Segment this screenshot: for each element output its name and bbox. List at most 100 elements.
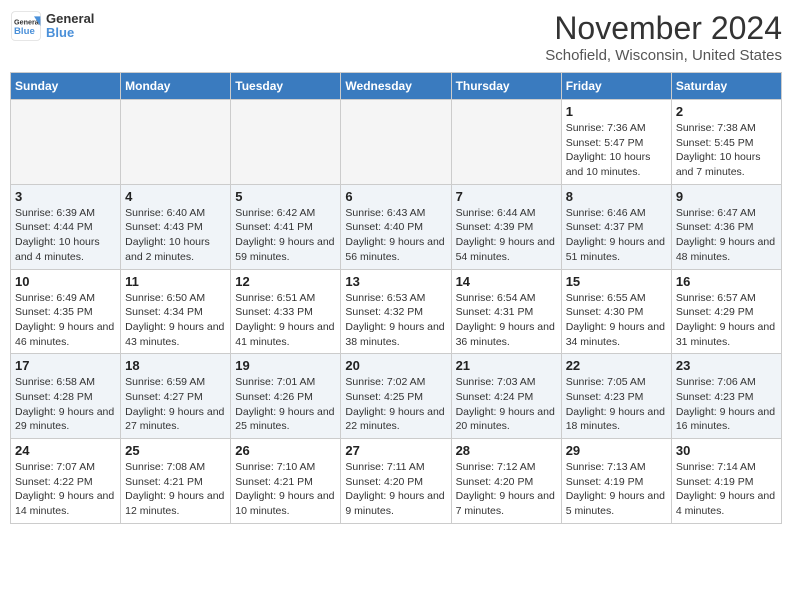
day-number: 25 bbox=[125, 443, 226, 458]
day-number: 20 bbox=[345, 358, 446, 373]
day-number: 17 bbox=[15, 358, 116, 373]
day-header-saturday: Saturday bbox=[671, 73, 781, 100]
day-info: Sunrise: 7:13 AMSunset: 4:19 PMDaylight:… bbox=[566, 460, 667, 519]
day-cell-15: 15Sunrise: 6:55 AMSunset: 4:30 PMDayligh… bbox=[561, 269, 671, 354]
day-number: 6 bbox=[345, 189, 446, 204]
day-info: Sunrise: 7:01 AMSunset: 4:26 PMDaylight:… bbox=[235, 375, 336, 434]
empty-cell bbox=[231, 100, 341, 185]
day-cell-21: 21 Sunrise: 7:03 AMSunset: 4:24 PMDayligh… bbox=[451, 354, 561, 439]
day-info: Sunrise: 6:39 AMSunset: 4:44 PMDaylight:… bbox=[15, 206, 116, 265]
title-area: November 2024 Schofield, Wisconsin, Unit… bbox=[545, 10, 782, 64]
svg-text:Blue: Blue bbox=[14, 26, 35, 37]
day-info: Sunrise: 6:57 AMSunset: 4:29 PMDaylight:… bbox=[676, 291, 777, 350]
day-number: 30 bbox=[676, 443, 777, 458]
day-cell-1: 1Sunrise: 7:36 AMSunset: 5:47 PMDaylight… bbox=[561, 100, 671, 185]
day-info: Sunrise: 7:05 AMSunset: 4:23 PMDaylight:… bbox=[566, 375, 667, 434]
day-cell-27: 27 Sunrise: 7:11 AMSunset: 4:20 PMDayligh… bbox=[341, 439, 451, 524]
day-number: 11 bbox=[125, 274, 226, 289]
day-number: 8 bbox=[566, 189, 667, 204]
day-info: Sunrise: 7:02 AMSunset: 4:25 PMDaylight:… bbox=[345, 375, 446, 434]
day-number: 4 bbox=[125, 189, 226, 204]
day-number: 2 bbox=[676, 104, 777, 119]
day-number: 21 bbox=[456, 358, 557, 373]
day-info: Sunrise: 7:38 AMSunset: 5:45 PMDaylight:… bbox=[676, 121, 777, 180]
calendar-week-2: 3 Sunrise: 6:39 AMSunset: 4:44 PMDaylight… bbox=[11, 184, 782, 269]
day-info: Sunrise: 6:59 AMSunset: 4:27 PMDaylight:… bbox=[125, 375, 226, 434]
day-header-friday: Friday bbox=[561, 73, 671, 100]
day-info: Sunrise: 6:40 AMSunset: 4:43 PMDaylight:… bbox=[125, 206, 226, 265]
logo: General Blue General Blue bbox=[10, 10, 94, 42]
day-cell-16: 16 Sunrise: 6:57 AMSunset: 4:29 PMDayligh… bbox=[671, 269, 781, 354]
day-number: 10 bbox=[15, 274, 116, 289]
day-number: 13 bbox=[345, 274, 446, 289]
logo-blue: Blue bbox=[46, 26, 94, 40]
day-info: Sunrise: 7:11 AMSunset: 4:20 PMDaylight:… bbox=[345, 460, 446, 519]
day-number: 14 bbox=[456, 274, 557, 289]
calendar-week-4: 17 Sunrise: 6:58 AMSunset: 4:28 PMDayligh… bbox=[11, 354, 782, 439]
day-info: Sunrise: 7:07 AMSunset: 4:22 PMDaylight:… bbox=[15, 460, 116, 519]
empty-cell bbox=[121, 100, 231, 185]
day-info: Sunrise: 6:47 AMSunset: 4:36 PMDaylight:… bbox=[676, 206, 777, 265]
day-header-monday: Monday bbox=[121, 73, 231, 100]
day-number: 27 bbox=[345, 443, 446, 458]
day-number: 3 bbox=[15, 189, 116, 204]
day-cell-6: 6 Sunrise: 6:43 AMSunset: 4:40 PMDaylight… bbox=[341, 184, 451, 269]
calendar-week-3: 10 Sunrise: 6:49 AMSunset: 4:35 PMDayligh… bbox=[11, 269, 782, 354]
day-info: Sunrise: 7:12 AMSunset: 4:20 PMDaylight:… bbox=[456, 460, 557, 519]
calendar-week-1: 1Sunrise: 7:36 AMSunset: 5:47 PMDaylight… bbox=[11, 100, 782, 185]
day-cell-30: 30 Sunrise: 7:14 AMSunset: 4:19 PMDayligh… bbox=[671, 439, 781, 524]
day-cell-23: 23Sunrise: 7:06 AMSunset: 4:23 PMDayligh… bbox=[671, 354, 781, 439]
day-info: Sunrise: 6:43 AMSunset: 4:40 PMDaylight:… bbox=[345, 206, 446, 265]
day-number: 29 bbox=[566, 443, 667, 458]
day-cell-2: 2 Sunrise: 7:38 AMSunset: 5:45 PMDaylight… bbox=[671, 100, 781, 185]
day-info: Sunrise: 6:53 AMSunset: 4:32 PMDaylight:… bbox=[345, 291, 446, 350]
day-info: Sunrise: 7:03 AMSunset: 4:24 PMDaylight:… bbox=[456, 375, 557, 434]
empty-cell bbox=[11, 100, 121, 185]
logo-general: General bbox=[46, 12, 94, 26]
day-cell-20: 20 Sunrise: 7:02 AMSunset: 4:25 PMDayligh… bbox=[341, 354, 451, 439]
calendar-header-row: SundayMondayTuesdayWednesdayThursdayFrid… bbox=[11, 73, 782, 100]
day-number: 9 bbox=[676, 189, 777, 204]
day-cell-26: 26 Sunrise: 7:10 AMSunset: 4:21 PMDayligh… bbox=[231, 439, 341, 524]
day-cell-8: 8 Sunrise: 6:46 AMSunset: 4:37 PMDaylight… bbox=[561, 184, 671, 269]
day-cell-12: 12Sunrise: 6:51 AMSunset: 4:33 PMDayligh… bbox=[231, 269, 341, 354]
header: General Blue General Blue November 2024 … bbox=[10, 10, 782, 64]
day-cell-28: 28 Sunrise: 7:12 AMSunset: 4:20 PMDayligh… bbox=[451, 439, 561, 524]
day-number: 19 bbox=[235, 358, 336, 373]
day-info: Sunrise: 6:49 AMSunset: 4:35 PMDaylight:… bbox=[15, 291, 116, 350]
day-cell-14: 14 Sunrise: 6:54 AMSunset: 4:31 PMDayligh… bbox=[451, 269, 561, 354]
day-number: 24 bbox=[15, 443, 116, 458]
day-number: 15 bbox=[566, 274, 667, 289]
empty-cell bbox=[451, 100, 561, 185]
day-number: 7 bbox=[456, 189, 557, 204]
day-info: Sunrise: 6:54 AMSunset: 4:31 PMDaylight:… bbox=[456, 291, 557, 350]
day-info: Sunrise: 7:14 AMSunset: 4:19 PMDaylight:… bbox=[676, 460, 777, 519]
day-number: 28 bbox=[456, 443, 557, 458]
day-info: Sunrise: 6:46 AMSunset: 4:37 PMDaylight:… bbox=[566, 206, 667, 265]
day-header-sunday: Sunday bbox=[11, 73, 121, 100]
day-cell-25: 25 Sunrise: 7:08 AMSunset: 4:21 PMDayligh… bbox=[121, 439, 231, 524]
day-number: 26 bbox=[235, 443, 336, 458]
day-cell-5: 5 Sunrise: 6:42 AMSunset: 4:41 PMDaylight… bbox=[231, 184, 341, 269]
day-cell-7: 7 Sunrise: 6:44 AMSunset: 4:39 PMDaylight… bbox=[451, 184, 561, 269]
calendar: SundayMondayTuesdayWednesdayThursdayFrid… bbox=[10, 72, 782, 524]
day-info: Sunrise: 6:50 AMSunset: 4:34 PMDaylight:… bbox=[125, 291, 226, 350]
day-header-thursday: Thursday bbox=[451, 73, 561, 100]
day-header-tuesday: Tuesday bbox=[231, 73, 341, 100]
day-info: Sunrise: 6:42 AMSunset: 4:41 PMDaylight:… bbox=[235, 206, 336, 265]
day-number: 5 bbox=[235, 189, 336, 204]
day-number: 22 bbox=[566, 358, 667, 373]
day-info: Sunrise: 7:06 AMSunset: 4:23 PMDaylight:… bbox=[676, 375, 777, 434]
day-number: 16 bbox=[676, 274, 777, 289]
day-number: 18 bbox=[125, 358, 226, 373]
day-info: Sunrise: 6:44 AMSunset: 4:39 PMDaylight:… bbox=[456, 206, 557, 265]
day-info: Sunrise: 6:58 AMSunset: 4:28 PMDaylight:… bbox=[15, 375, 116, 434]
day-cell-17: 17 Sunrise: 6:58 AMSunset: 4:28 PMDayligh… bbox=[11, 354, 121, 439]
day-cell-18: 18 Sunrise: 6:59 AMSunset: 4:27 PMDayligh… bbox=[121, 354, 231, 439]
day-header-wednesday: Wednesday bbox=[341, 73, 451, 100]
day-number: 1 bbox=[566, 104, 667, 119]
day-info: Sunrise: 7:08 AMSunset: 4:21 PMDaylight:… bbox=[125, 460, 226, 519]
day-info: Sunrise: 7:10 AMSunset: 4:21 PMDaylight:… bbox=[235, 460, 336, 519]
day-cell-10: 10 Sunrise: 6:49 AMSunset: 4:35 PMDayligh… bbox=[11, 269, 121, 354]
day-info: Sunrise: 6:51 AMSunset: 4:33 PMDaylight:… bbox=[235, 291, 336, 350]
